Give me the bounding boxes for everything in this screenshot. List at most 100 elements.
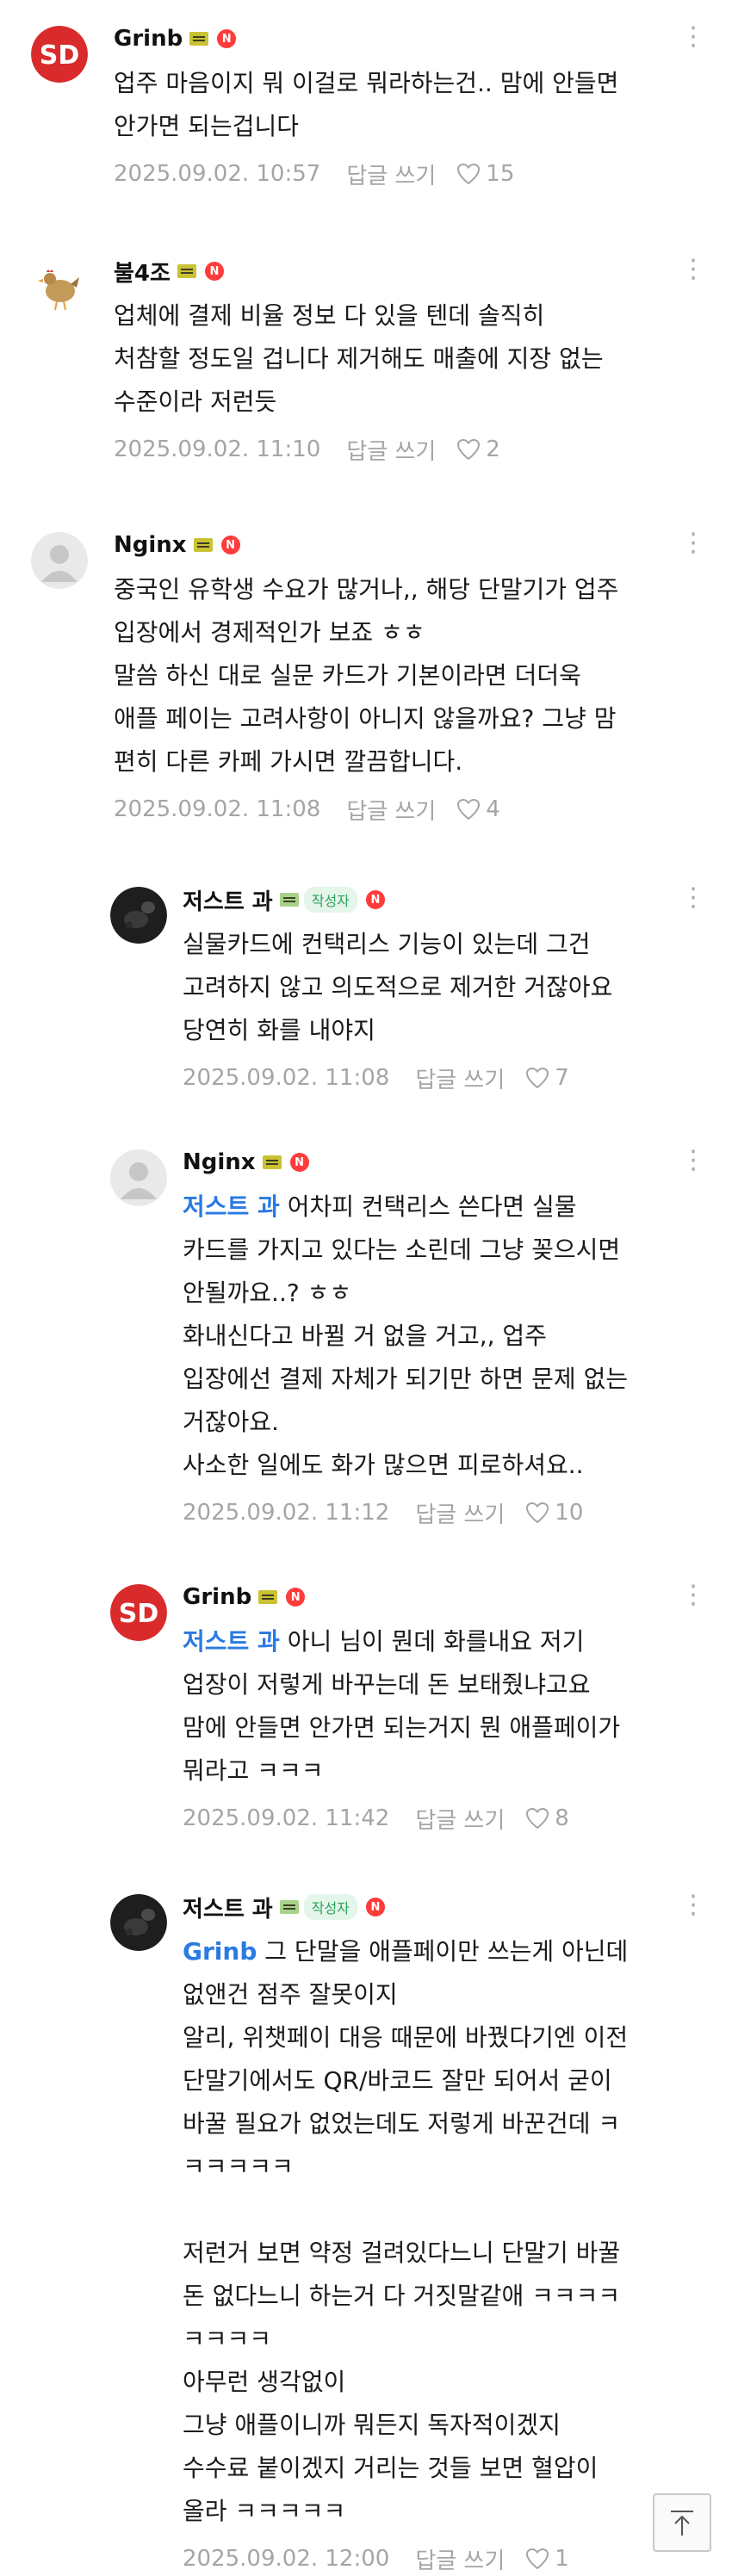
- comment-header: 불4조 N ⋮: [114, 257, 708, 287]
- comment-line: 저스트 과 어차피 컨택리스 쓴다면 실물: [183, 1186, 708, 1229]
- level-icon: [279, 1900, 299, 1914]
- comment-content: 저스트 과 작성자 N ⋮ 실물카드에 컨택리스 기능이 있는데 그건 고려하지 않고 의…: [183, 884, 708, 1095]
- reply-button[interactable]: 답글 쓰기: [415, 2543, 505, 2575]
- comment-content: 불4조 N ⋮ 업체에 결제 비율 정보 다 있을 텐데 솔직히처참할 정도일 겁니다…: [114, 257, 708, 467]
- reply-button[interactable]: 답글 쓰기: [346, 434, 436, 466]
- nickname[interactable]: Nginx: [183, 1149, 256, 1175]
- comment-text-line: 처참할 정도일 겁니다 제거해도 매출에 지장 없는: [114, 344, 604, 373]
- nickname[interactable]: 불4조: [114, 256, 171, 288]
- comment-line: 그냥 애플이니까 뭐든지 독자적이겠지: [183, 2404, 708, 2447]
- more-options-icon[interactable]: ⋮: [680, 1892, 708, 1918]
- comment-line: 업장이 저렇게 바꾸는데 돈 보태줬냐고요: [183, 1663, 708, 1706]
- reply-button[interactable]: 답글 쓰기: [415, 1062, 505, 1094]
- comment-date: 2025.09.02. 11:08: [183, 1065, 390, 1091]
- reply-button[interactable]: 답글 쓰기: [415, 1497, 505, 1529]
- comment-text-line: 사소한 일에도 화가 많으면 피로하셔요..: [183, 1451, 584, 1479]
- more-options-icon[interactable]: ⋮: [680, 885, 708, 911]
- comment-date: 2025.09.02. 10:57: [114, 161, 321, 187]
- comment-text-line: 업체에 결제 비율 정보 다 있을 텐데 솔직히: [114, 301, 545, 330]
- heart-icon[interactable]: [525, 1067, 549, 1089]
- avatar[interactable]: [31, 258, 88, 315]
- comment-header: Nginx N ⋮: [183, 1148, 708, 1176]
- heart-icon[interactable]: [456, 438, 481, 461]
- level-icon: [279, 893, 299, 907]
- comment-line: 입장에선 결제 자체가 되기만 하면 문제 없는: [183, 1358, 708, 1401]
- avatar[interactable]: [110, 1894, 167, 1951]
- svg-text:SD: SD: [119, 1599, 159, 1629]
- avatar[interactable]: SD: [31, 26, 88, 83]
- like-count: 1: [555, 2546, 569, 2572]
- comment-text-line: 어차피 컨택리스 쓴다면 실물: [279, 1192, 577, 1221]
- comment-line: 고려하지 않고 의도적으로 제거한 거잖아요: [183, 966, 708, 1009]
- heart-icon[interactable]: [525, 1807, 549, 1830]
- heart-icon[interactable]: [456, 163, 481, 185]
- more-options-icon[interactable]: ⋮: [680, 530, 708, 556]
- comment-text-line: 바꿀 필요가 없었는데도 저렇게 바꾼건데 ㅋ: [183, 2109, 621, 2138]
- reply-button[interactable]: 답글 쓰기: [415, 1803, 505, 1835]
- comment-content: Grinb N ⋮ 업주 마음이지 뭐 이걸로 뭐라하는건.. 맘에 안들면 안가면 되…: [114, 24, 708, 191]
- author-badge: 작성자: [303, 887, 357, 913]
- reply-button[interactable]: 답글 쓰기: [346, 158, 436, 190]
- comment-content: Grinb N ⋮ 저스트 과 아니 님이 뭔데 화를내요 저기 업장이 저렇게 바꾸는…: [183, 1582, 708, 1836]
- comment-text-line: 고려하지 않고 의도적으로 제거한 거잖아요: [183, 973, 613, 1001]
- comment-line: [183, 2189, 708, 2232]
- nickname[interactable]: Grinb: [183, 1584, 251, 1610]
- level-icon: [193, 538, 213, 552]
- avatar[interactable]: [110, 1149, 167, 1206]
- comment-line: 중국인 유학생 수요가 많거나,, 해당 단말기가 업주: [114, 568, 708, 611]
- heart-icon[interactable]: [525, 2548, 549, 2570]
- reply-button[interactable]: 답글 쓰기: [346, 794, 436, 826]
- mention-link[interactable]: 저스트 과: [183, 1627, 280, 1656]
- comment-line: 카드를 가지고 있다는 소린데 그냥 꽂으시면: [183, 1229, 708, 1272]
- comment-text-line: 올라 ㅋㅋㅋㅋㅋ: [183, 2497, 346, 2525]
- comment-line: 수수료 붙이겠지 거리는 것들 보면 혈압이: [183, 2447, 708, 2490]
- nickname[interactable]: 저스트 과: [183, 1892, 273, 1923]
- comment-line: ㅋㅋㅋㅋ: [183, 2318, 708, 2361]
- comment-header: Grinb N ⋮: [183, 1582, 708, 1611]
- heart-icon[interactable]: [525, 1502, 549, 1524]
- scroll-to-top-button[interactable]: [653, 2493, 711, 2552]
- comment-text-line: 애플 페이는 고려사항이 아니지 않을까요? 그냥 맘: [114, 704, 617, 733]
- avatar[interactable]: [110, 887, 167, 944]
- nickname[interactable]: 저스트 과: [183, 884, 273, 916]
- comment-text: 저스트 과 어차피 컨택리스 쓴다면 실물카드를 가지고 있다는 소린데 그냥 …: [183, 1186, 708, 1487]
- like-count: 7: [555, 1065, 569, 1091]
- comment-meta: 2025.09.02. 12:00 답글 쓰기 1: [183, 2542, 708, 2576]
- comment-date: 2025.09.02. 11:42: [183, 1805, 390, 1831]
- comment-date: 2025.09.02. 11:08: [114, 796, 321, 822]
- comment-text-line: 없앤건 점주 잘못이지: [183, 1980, 398, 2009]
- more-options-icon[interactable]: ⋮: [680, 1582, 708, 1608]
- comment-line: 저런거 보면 약정 걸려있다느니 단말기 바꿀: [183, 2232, 708, 2275]
- more-options-icon[interactable]: ⋮: [680, 257, 708, 282]
- comment-line: 안가면 되는겁니다: [114, 105, 708, 148]
- author-badge: 작성자: [303, 1894, 357, 1920]
- comment-text-line: 뭐라고 ㅋㅋㅋ: [183, 1756, 324, 1785]
- svg-text:SD: SD: [40, 40, 80, 71]
- nickname[interactable]: Nginx: [114, 532, 187, 558]
- comment-line: 입장에서 경제적인가 보죠 ㅎㅎ: [114, 611, 708, 654]
- mention-link[interactable]: 저스트 과: [183, 1192, 280, 1221]
- comment-date: 2025.09.02. 11:10: [114, 437, 321, 462]
- comment-line: 안될까요..? ㅎㅎ: [183, 1272, 708, 1315]
- comment-text: 저스트 과 아니 님이 뭔데 화를내요 저기 업장이 저렇게 바꾸는데 돈 보태줬…: [183, 1620, 708, 1793]
- more-options-icon[interactable]: ⋮: [680, 1148, 708, 1173]
- avatar[interactable]: [31, 532, 88, 589]
- more-options-icon[interactable]: ⋮: [680, 24, 708, 50]
- nickname[interactable]: Grinb: [114, 26, 183, 52]
- comment-text-line: 카드를 가지고 있다는 소린데 그냥 꽂으시면: [183, 1235, 621, 1264]
- like-count: 10: [555, 1500, 584, 1526]
- comment-line: 업주 마음이지 뭐 이걸로 뭐라하는건.. 맘에 안들면: [114, 62, 708, 105]
- comment-text-line: 편히 다른 카페 가시면 깔끔합니다.: [114, 747, 463, 776]
- mention-link[interactable]: Grinb: [183, 1937, 257, 1966]
- new-badge-icon: N: [289, 1153, 309, 1172]
- comment-meta: 2025.09.02. 11:42 답글 쓰기 8: [183, 1801, 708, 1836]
- comment-text-line: 입장에선 결제 자체가 되기만 하면 문제 없는: [183, 1365, 629, 1393]
- comment-line: 맘에 안들면 안가면 되는거지 뭔 애플페이가: [183, 1706, 708, 1749]
- comment-header: 저스트 과 작성자 N ⋮: [183, 1892, 708, 1923]
- comment-text-line: 안될까요..? ㅎㅎ: [183, 1279, 352, 1307]
- heart-icon[interactable]: [456, 798, 481, 820]
- comment-text-line: 맘에 안들면 안가면 되는거지 뭔 애플페이가: [183, 1713, 621, 1742]
- comment-text-line: ㅋㅋㅋㅋㅋ: [183, 2152, 294, 2181]
- avatar[interactable]: SD: [110, 1584, 167, 1641]
- comment-line: Grinb 그 단말을 애플페이만 쓰는게 아닌데: [183, 1930, 708, 1973]
